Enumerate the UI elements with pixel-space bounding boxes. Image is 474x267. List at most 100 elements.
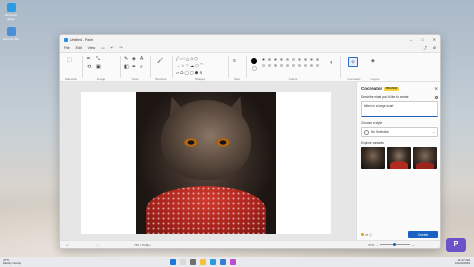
window-title: Untitled - Paint <box>70 37 93 42</box>
palette-swatch[interactable] <box>292 58 295 61</box>
cocreator-icon: ✧ <box>348 57 358 67</box>
prompt-input[interactable]: kitten in a large scarf <box>361 101 438 117</box>
group-label: Size <box>234 77 240 81</box>
canvas-page[interactable] <box>81 92 331 234</box>
weather-widget[interactable]: 47°F Mostly cloudy <box>3 258 22 266</box>
group-label: Shapes <box>194 77 206 81</box>
zoom-out-icon[interactable]: − <box>376 243 378 247</box>
taskbar: 47°F Mostly cloudy 11:47 AM 10/24/2023 <box>0 257 474 267</box>
group-label: Tools <box>131 77 139 81</box>
palette-swatch[interactable] <box>274 58 277 61</box>
info-icon[interactable]: ⓘ <box>369 233 372 237</box>
palette-swatch[interactable] <box>304 58 307 61</box>
preview-badge: PREVIEW <box>384 86 399 91</box>
menu-file[interactable]: File <box>64 46 70 50</box>
zoom-in-icon[interactable]: + <box>412 243 414 247</box>
paint-app-icon <box>64 37 68 42</box>
edit-colors-icon: ◐ <box>330 60 334 66</box>
file-explorer-icon[interactable] <box>200 259 206 265</box>
palette-swatch[interactable] <box>280 58 283 61</box>
ribbon-group-cocreator[interactable]: ✧ Cocreator <box>344 55 364 81</box>
minimize-icon[interactable]: – <box>410 37 412 42</box>
desktop-icon-label: Recycle Bin <box>3 37 19 41</box>
ribbon-group-image[interactable]: ⌗ ⤡ ⟲ ▣ Image <box>84 55 118 82</box>
start-icon[interactable] <box>170 259 176 265</box>
ribbon-group-selection[interactable]: ⬚ Selection <box>62 55 80 82</box>
cocreator-panel: Cocreator PREVIEW ✕ Describe what you'd … <box>356 82 440 242</box>
settings-icon[interactable]: ⚙ <box>433 46 436 50</box>
variant-thumbnail[interactable] <box>361 147 385 169</box>
secondary-color[interactable] <box>252 66 257 71</box>
info-icon[interactable] <box>435 95 438 99</box>
palette-swatch[interactable] <box>292 64 295 67</box>
desktop-icon-edge[interactable]: Microsoft Edge <box>3 3 19 21</box>
ribbon-group-tools[interactable]: ✎ ◈ A ◧ ✒ ⌕ Tools <box>122 55 148 82</box>
variants-list <box>361 147 438 169</box>
redo-icon[interactable]: ↷ <box>119 46 122 50</box>
panel-close-icon[interactable]: ✕ <box>435 86 438 91</box>
selection-size-icon: ⬚ <box>96 242 100 247</box>
variant-thumbnail[interactable] <box>387 147 411 169</box>
save-icon[interactable]: ▭ <box>101 46 104 50</box>
ribbon-group-size[interactable]: ≡ Size <box>230 55 244 82</box>
palette-swatch[interactable] <box>310 64 313 67</box>
group-label: Brushes <box>155 77 167 81</box>
group-label: Layers <box>370 77 380 81</box>
system-tray[interactable]: 11:47 AM 10/24/2023 <box>454 258 470 266</box>
palette-swatch[interactable] <box>286 64 289 67</box>
variant-thumbnail[interactable] <box>413 147 437 169</box>
shapes-row-3: ▱⬭◯▢⬢↯ <box>176 70 204 75</box>
style-dropdown[interactable]: No Selection ⌄ <box>361 127 438 137</box>
ribbon-group-shapes[interactable]: ╱○□△◇⬠ →☆♡☁⬡⌒ ▱⬭◯▢⬢↯ Shapes <box>174 55 226 82</box>
rotate-icon: ⟲ <box>87 64 92 70</box>
undo-icon[interactable]: ↶ <box>111 46 114 50</box>
edge-icon[interactable] <box>210 259 216 265</box>
zoom-level: 87% <box>368 242 375 247</box>
ribbon-group-layers[interactable]: ◈ Layers <box>366 55 384 82</box>
menu-edit[interactable]: Edit <box>76 46 82 50</box>
menu-view[interactable]: View <box>88 46 96 50</box>
image-icon: ▣ <box>96 64 101 70</box>
task-view-icon[interactable] <box>190 259 196 265</box>
create-button[interactable]: Create <box>408 231 438 238</box>
palette-swatch[interactable] <box>268 58 271 61</box>
palette-swatch[interactable] <box>316 64 319 67</box>
ribbon-toolbar: ⬚ Selection ⌗ ⤡ ⟲ ▣ Image ✎ ◈ A ◧ ✒ ⌕ To… <box>60 52 440 82</box>
group-label: Selection <box>64 77 78 81</box>
fill-icon: ◈ <box>132 56 136 62</box>
palette-swatch[interactable] <box>274 64 277 67</box>
palette-swatch[interactable] <box>310 58 313 61</box>
canvas-size: 725 × 518px <box>134 242 151 247</box>
variants-label: Explore variants <box>361 141 384 145</box>
clock-date: 10/24/2023 <box>454 261 470 265</box>
palette-swatch[interactable] <box>280 64 283 67</box>
palette-swatch[interactable] <box>298 58 301 61</box>
search-icon[interactable] <box>180 259 186 265</box>
weather-desc: Mostly cloudy <box>3 261 22 265</box>
primary-color[interactable] <box>251 58 257 64</box>
store-icon[interactable] <box>220 259 226 265</box>
text-icon: A <box>140 56 144 62</box>
desktop-icon-recycle-bin[interactable]: Recycle Bin <box>3 27 19 41</box>
palette-swatch[interactable] <box>316 58 319 61</box>
palette-swatch[interactable] <box>262 64 265 67</box>
maximize-icon[interactable]: □ <box>421 37 423 42</box>
palette-swatch[interactable] <box>262 58 265 61</box>
palette-swatch[interactable] <box>304 64 307 67</box>
canvas-area[interactable] <box>60 82 356 242</box>
ribbon-group-brushes[interactable]: 🖌 Brushes <box>152 55 170 82</box>
share-icon[interactable]: ⤴ <box>423 46 427 51</box>
layers-icon: ◈ <box>371 58 375 64</box>
palette-swatch[interactable] <box>268 64 271 67</box>
zoom-control[interactable]: 87% − + <box>368 243 414 247</box>
ribbon-group-colors[interactable]: ◐ Colors <box>248 55 338 81</box>
zoom-slider[interactable] <box>380 243 411 246</box>
recycle-bin-icon <box>6 27 16 36</box>
paint-taskbar-icon[interactable] <box>230 259 236 265</box>
palette-swatch[interactable] <box>286 58 289 61</box>
group-label: Colors <box>288 77 298 81</box>
close-icon[interactable]: ✕ <box>433 37 436 42</box>
picker-icon: ✒ <box>132 64 137 70</box>
palette-swatch[interactable] <box>298 64 301 67</box>
shapes-row-2: →☆♡☁⬡⌒ <box>176 63 205 68</box>
